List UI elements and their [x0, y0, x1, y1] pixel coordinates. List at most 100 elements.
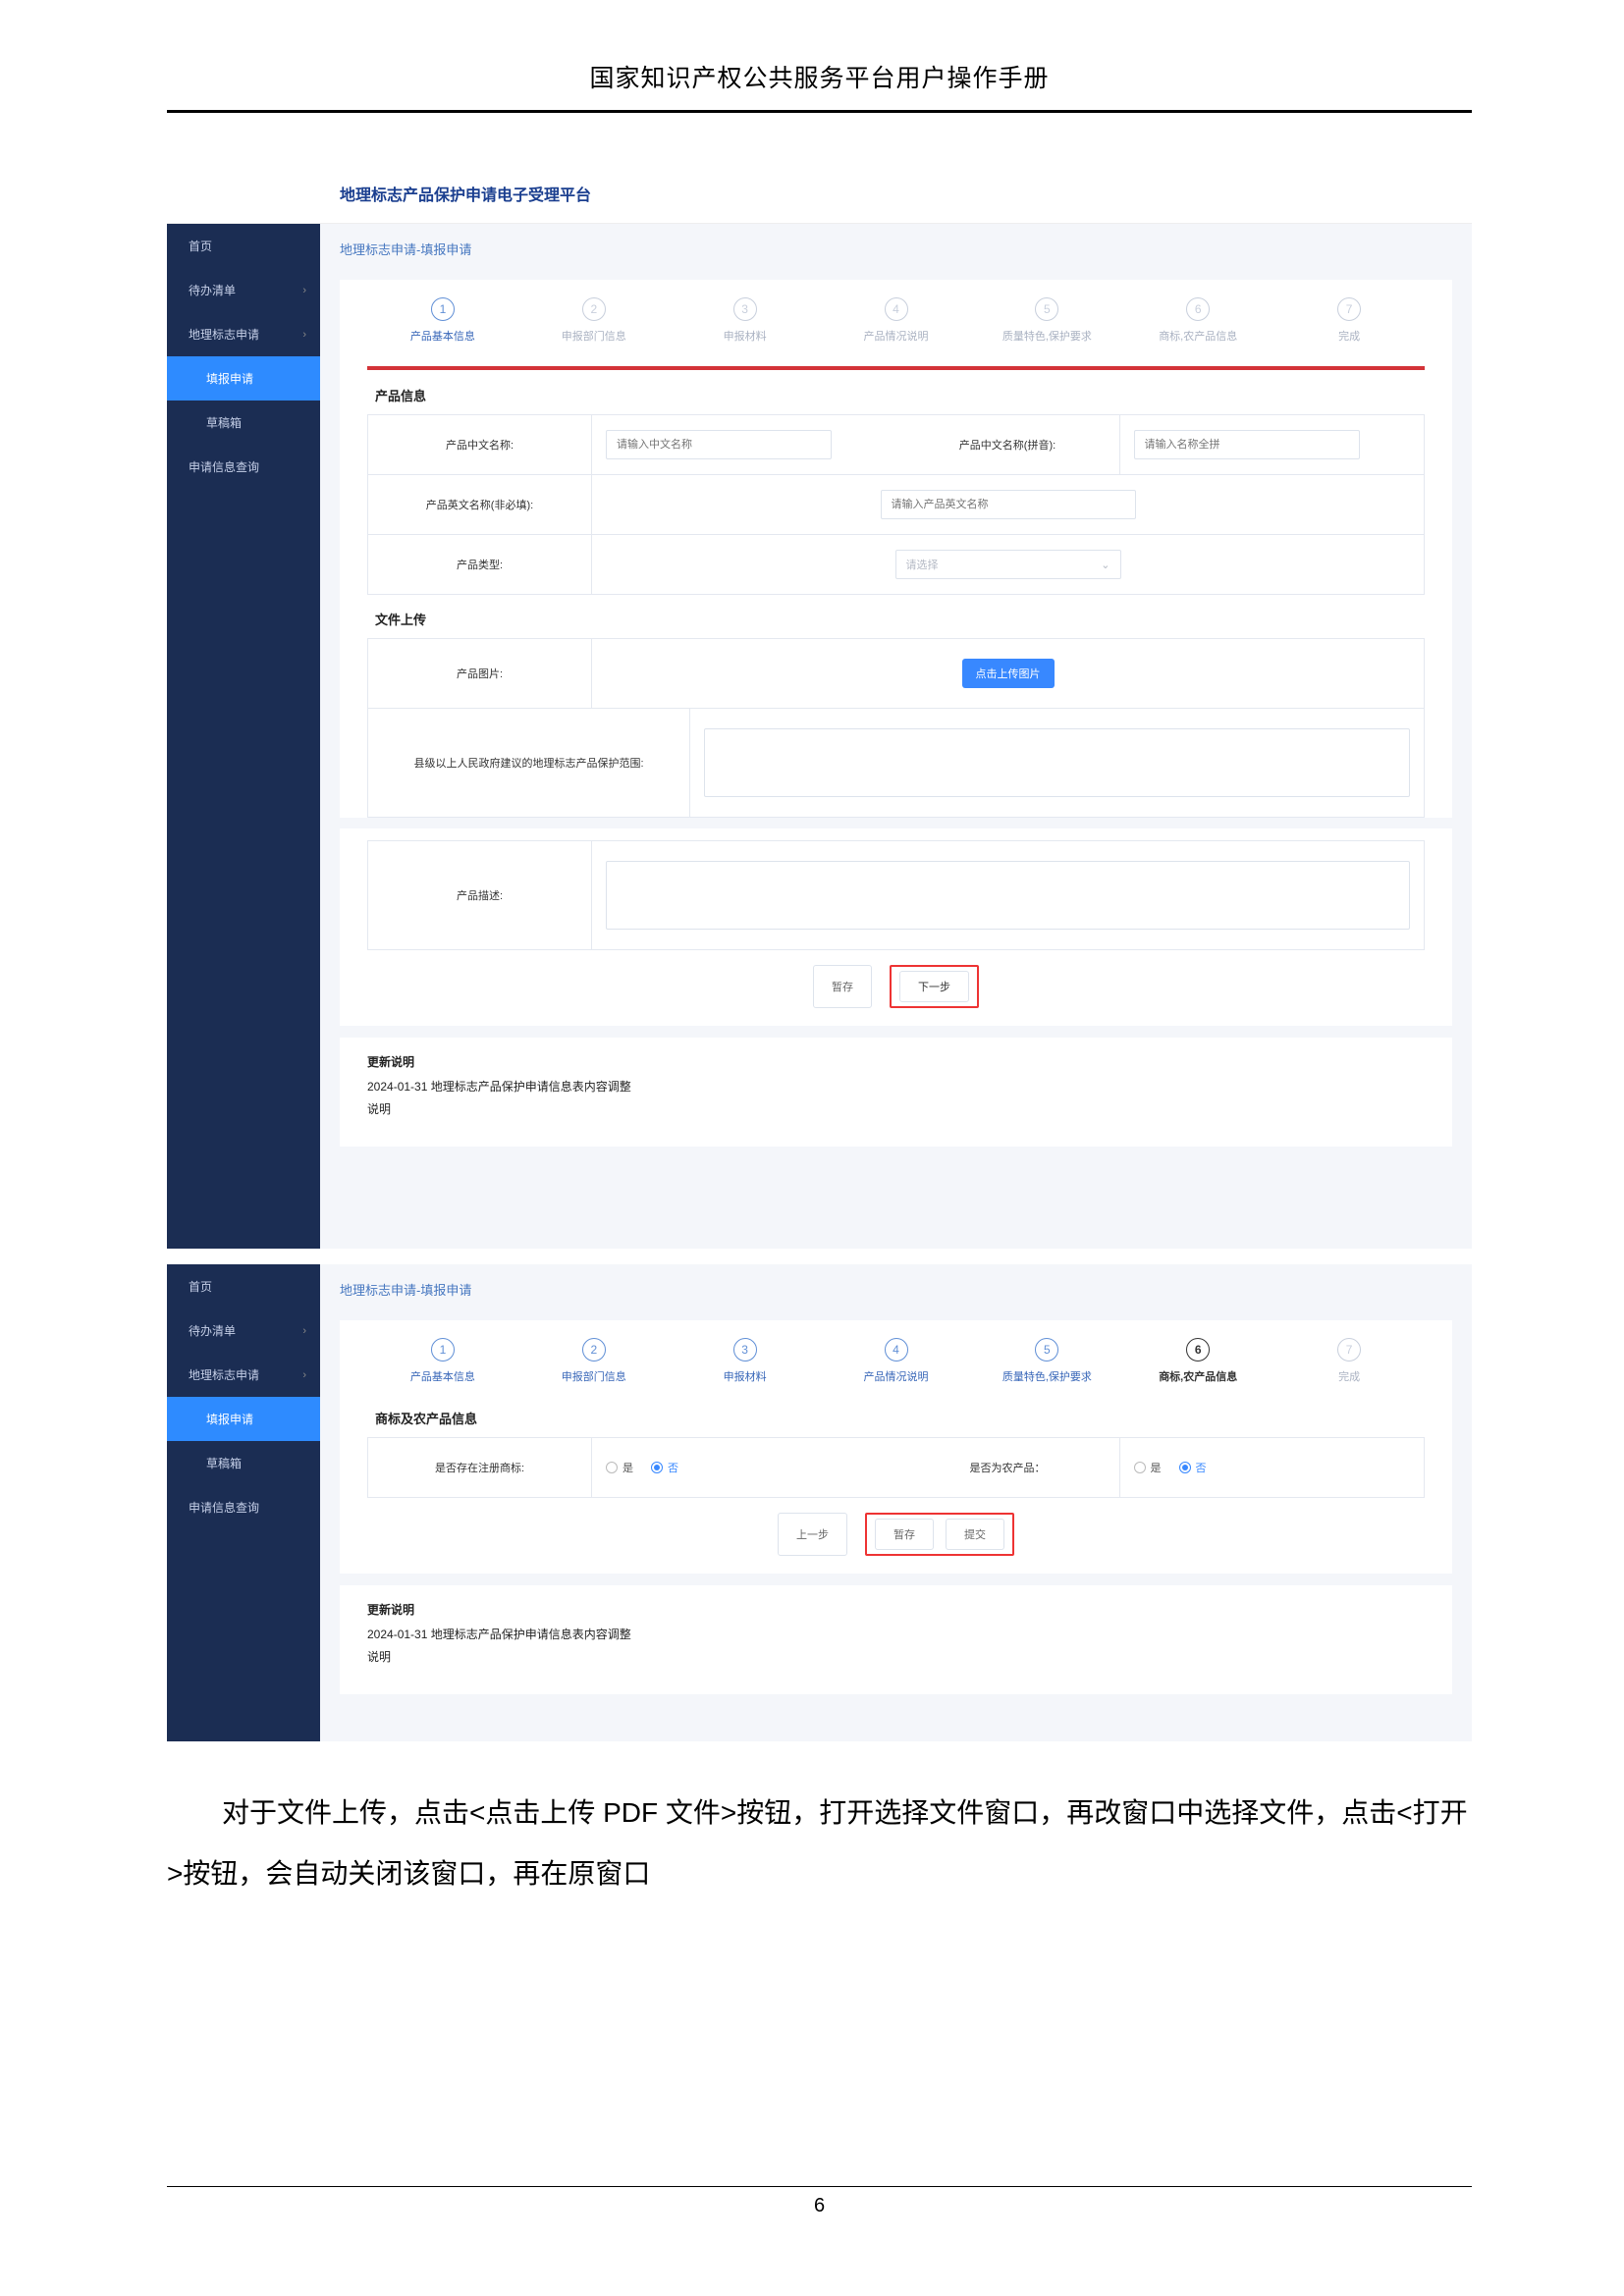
upload-image-button[interactable]: 点击上传图片: [962, 659, 1055, 688]
chevron-right-icon: ›: [302, 1369, 306, 1381]
chevron-down-icon: ⌄: [1101, 559, 1110, 571]
chevron-right-icon: ›: [302, 285, 306, 296]
sidebar-item-label: 首页: [189, 1278, 212, 1295]
radio-group-agricultural: 是 否: [1134, 1460, 1207, 1475]
sidebar-item-draft[interactable]: 草稿箱: [167, 400, 320, 445]
workspace: 地理标志申请-填报申请 1产品基本信息 2申报部门信息 3申报材料 4产品情况说…: [320, 1264, 1472, 1741]
next-step-button[interactable]: 下一步: [899, 971, 969, 1002]
step-number-icon: 5: [1035, 1338, 1058, 1362]
sidebar: 首页 待办清单 › 地理标志申请› 填报申请 草稿箱 申请信息查询: [167, 224, 320, 1249]
field-label-cn-pinyin: 产品中文名称(拼音):: [896, 415, 1120, 474]
document-header: 国家知识产权公共服务平台用户操作手册: [167, 59, 1472, 110]
radio-option-no[interactable]: 否: [1179, 1460, 1207, 1475]
scope-textarea[interactable]: [704, 728, 1410, 797]
sidebar-item-label: 填报申请: [206, 1411, 253, 1427]
product-desc-textarea[interactable]: [606, 861, 1410, 930]
field-label-product-image: 产品图片:: [368, 639, 592, 708]
section-title-trademark: 商标及农产品信息: [367, 1393, 1425, 1437]
sidebar-item-label: 草稿箱: [206, 414, 242, 431]
field-label-scope: 县级以上人民政府建议的地理标志产品保护范围:: [368, 709, 690, 817]
product-type-select[interactable]: 请选择⌄: [895, 550, 1121, 579]
sidebar-item-label: 申请信息查询: [189, 1499, 259, 1516]
sidebar-item-label: 首页: [189, 238, 212, 254]
body-paragraph: 对于文件上传，点击<点击上传 PDF 文件>按钮，打开选择文件窗口，再改窗口中选…: [167, 1783, 1472, 1903]
step-number-icon: 2: [582, 1338, 606, 1362]
radio-icon: [1134, 1462, 1146, 1473]
step-number-icon: 5: [1035, 297, 1058, 321]
save-draft-button[interactable]: 暂存: [813, 965, 872, 1008]
section-title-product-info: 产品信息: [367, 370, 1425, 414]
button-row: 暂存 下一步: [340, 949, 1452, 1026]
step-number-icon: 7: [1337, 297, 1361, 321]
step-label: 质量特色,保护要求: [1002, 1371, 1092, 1383]
sidebar: 首页 待办清单› 地理标志申请 › 填报申请 草稿箱 申请信息查询: [167, 1264, 320, 1741]
sidebar-item-label: 地理标志申请: [189, 326, 259, 343]
step-label: 申报部门信息: [562, 331, 626, 343]
footer-divider: [167, 2186, 1472, 2187]
sidebar-item-label: 待办清单: [189, 282, 236, 298]
step-number-icon: 1: [431, 297, 455, 321]
step-label: 完成: [1338, 1371, 1360, 1383]
sidebar-item-pending[interactable]: 待办清单 ›: [167, 268, 320, 312]
sidebar-item-gi-apply[interactable]: 地理标志申请 ›: [167, 1353, 320, 1397]
update-note-line: 2024-01-31 地理标志产品保护申请信息表内容调整: [367, 1078, 1425, 1095]
button-row: 上一步 暂存 提交: [340, 1497, 1452, 1574]
field-label-en-name: 产品英文名称(非必填):: [368, 475, 592, 534]
highlight-box-icon: 下一步: [890, 965, 979, 1008]
highlight-box-icon: 暂存 提交: [865, 1513, 1014, 1556]
screenshot-2: 首页 待办清单› 地理标志申请› 填报申请 草稿箱 申请信息查询 地理标志申请-…: [167, 1264, 1472, 1741]
header-divider: [167, 110, 1472, 113]
sidebar-item-query[interactable]: 申请信息查询: [167, 445, 320, 489]
sidebar-item-query[interactable]: 申请信息查询: [167, 1485, 320, 1529]
step-label: 申报部门信息: [562, 1371, 626, 1383]
update-note-line: 说明: [367, 1648, 1425, 1665]
update-note: 更新说明 2024-01-31 地理标志产品保护申请信息表内容调整 说明: [340, 1585, 1452, 1694]
sidebar-item-home[interactable]: 首页: [167, 224, 320, 268]
sidebar-item-fillin[interactable]: 填报申请: [167, 356, 320, 400]
submit-button[interactable]: 提交: [946, 1519, 1004, 1550]
step-label: 产品情况说明: [864, 1371, 929, 1383]
field-label-has-trademark: 是否存在注册商标:: [368, 1438, 592, 1497]
update-note-title: 更新说明: [367, 1601, 1425, 1618]
step-number-icon: 6: [1186, 1338, 1210, 1362]
stepper: 1产品基本信息 2申报部门信息 3申报材料 4产品情况说明 5质量特色,保护要求…: [340, 1320, 1452, 1393]
field-label-cn-name: 产品中文名称:: [368, 415, 592, 474]
page-number: 6: [167, 2195, 1472, 2217]
step-label: 产品基本信息: [410, 1371, 475, 1383]
sidebar-item-gi-apply[interactable]: 地理标志申请›: [167, 312, 320, 356]
save-draft-button[interactable]: 暂存: [875, 1519, 934, 1550]
workspace: 地理标志申请-填报申请 1产品基本信息 2申报部门信息 3申报材料 4产品情况说…: [320, 224, 1472, 1249]
step-number-icon: 3: [733, 1338, 757, 1362]
radio-icon: [606, 1462, 618, 1473]
page-footer: 6: [167, 2186, 1472, 2217]
step-number-icon: 1: [431, 1338, 455, 1362]
sidebar-item-home[interactable]: 首页: [167, 1264, 320, 1308]
breadcrumb: 地理标志申请-填报申请: [320, 224, 1472, 268]
sidebar-item-draft[interactable]: 草稿箱: [167, 1441, 320, 1485]
sidebar-item-label: 地理标志申请: [189, 1366, 259, 1383]
update-note-line: 说明: [367, 1100, 1425, 1117]
sidebar-item-pending[interactable]: 待办清单›: [167, 1308, 320, 1353]
field-label-type: 产品类型:: [368, 535, 592, 594]
cn-pinyin-input[interactable]: [1134, 430, 1360, 459]
field-label-desc: 产品描述:: [368, 841, 592, 949]
update-note: 更新说明 2024-01-31 地理标志产品保护申请信息表内容调整 说明: [340, 1038, 1452, 1147]
radio-option-no[interactable]: 否: [651, 1460, 678, 1475]
desc-card: 产品描述: 暂存 下一步: [340, 828, 1452, 1026]
progress-fill: [367, 366, 1425, 370]
cn-name-input[interactable]: [606, 430, 832, 459]
radio-option-yes[interactable]: 是: [1134, 1460, 1162, 1475]
step-card: 1产品基本信息 2申报部门信息 3申报材料 4产品情况说明 5质量特色,保护要求…: [340, 1320, 1452, 1574]
section-title-upload: 文件上传: [367, 594, 1425, 638]
stepper: 1产品基本信息 2申报部门信息 3申报材料 4产品情况说明 5质量特色,保护要求…: [340, 280, 1452, 352]
sidebar-item-label: 申请信息查询: [189, 458, 259, 475]
en-name-input[interactable]: [881, 490, 1136, 519]
sidebar-item-fillin[interactable]: 填报申请: [167, 1397, 320, 1441]
step-label: 完成: [1338, 331, 1360, 343]
sidebar-item-label: 草稿箱: [206, 1455, 242, 1471]
step-number-icon: 6: [1186, 297, 1210, 321]
prev-step-button[interactable]: 上一步: [778, 1513, 847, 1556]
radio-icon: [1179, 1462, 1191, 1473]
radio-option-yes[interactable]: 是: [606, 1460, 633, 1475]
step-label: 商标,农产品信息: [1159, 1371, 1237, 1383]
